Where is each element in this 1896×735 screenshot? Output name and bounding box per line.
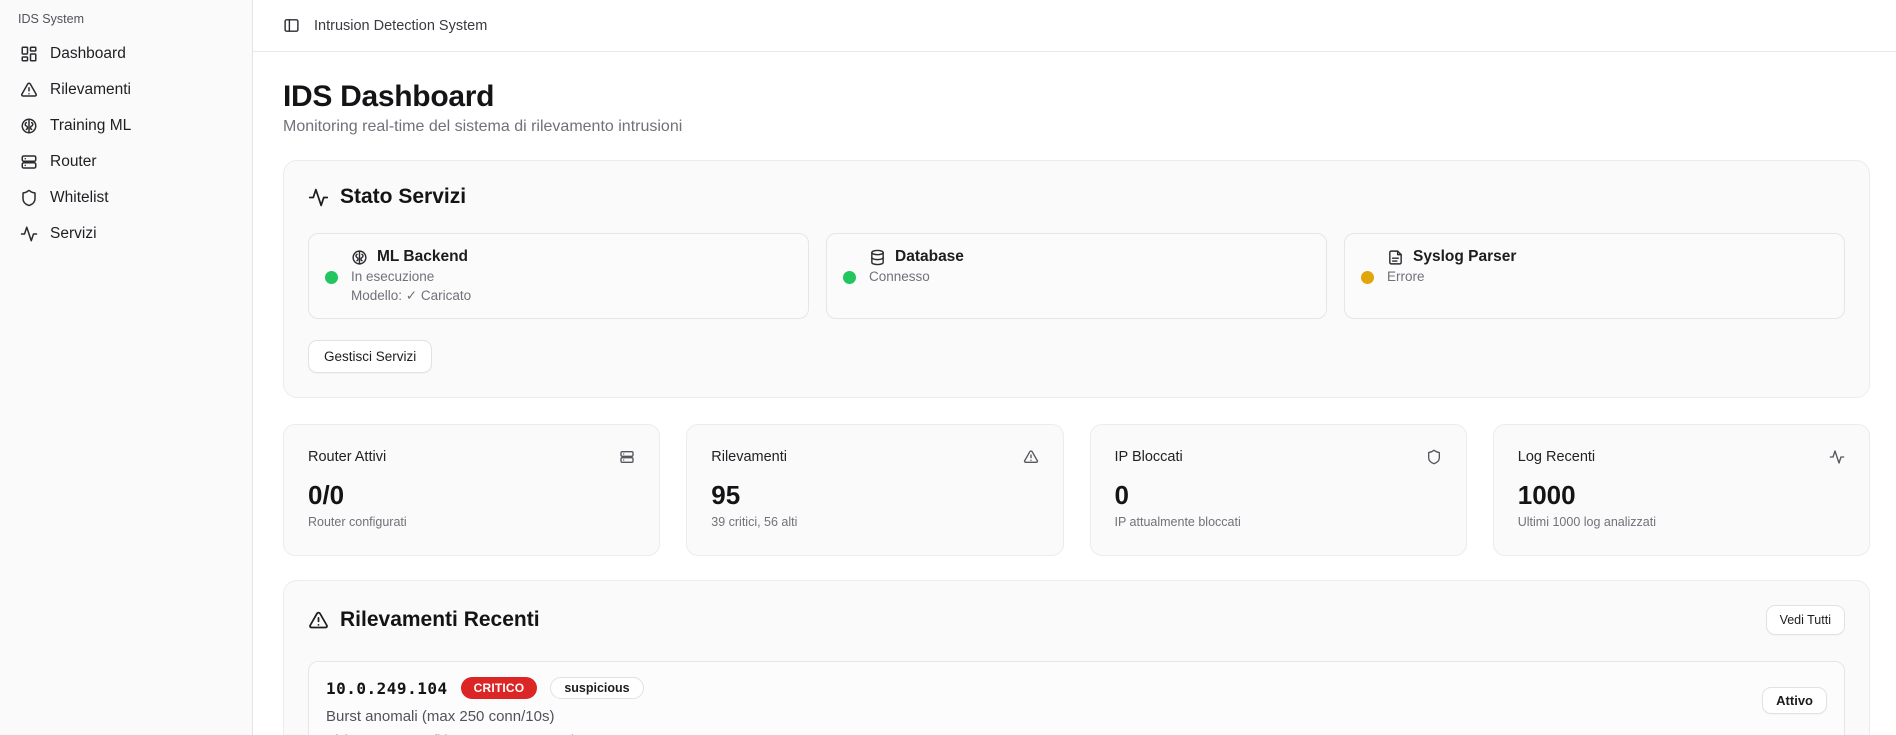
stat-value: 95 [711,480,1038,511]
recent-detections-heading: Rilevamenti Recenti [308,608,540,632]
stat-card-ip-bloccati: IP Bloccati 0 IP attualmente bloccati [1090,424,1467,556]
stat-card-rilevamenti: Rilevamenti 95 39 critici, 56 alti [686,424,1063,556]
stat-value: 0/0 [308,480,635,511]
top-header: Intrusion Detection System [253,0,1896,52]
sidebar-item-label: Servizi [50,225,97,243]
sidebar-item-training-ml[interactable]: Training ML [12,108,240,144]
app-title: Intrusion Detection System [314,18,487,34]
shield-icon [1426,449,1442,465]
service-database: Database Connesso [826,233,1327,319]
page-content: IDS Dashboard Monitoring real-time del s… [253,52,1896,735]
stat-card-router-attivi: Router Attivi 0/0 Router configurati [283,424,660,556]
services-status-title: Stato Servizi [340,185,466,209]
alert-triangle-icon [20,81,38,99]
service-name: Database [895,248,964,266]
sidebar-item-router[interactable]: Router [12,144,240,180]
service-status: In esecuzione [351,269,471,284]
manage-services-button[interactable]: Gestisci Servizi [308,340,432,373]
alert-triangle-icon [1023,449,1039,465]
sidebar-toggle-button[interactable] [283,17,300,34]
service-status: Connesso [869,269,964,284]
stat-title: Rilevamenti [711,449,787,465]
status-dot-error [1361,271,1374,284]
stat-value: 1000 [1518,480,1845,511]
stat-title: IP Bloccati [1115,449,1183,465]
detection-ip: 10.0.249.104 [326,679,448,698]
page-subtitle: Monitoring real-time del sistema di rile… [283,118,1870,136]
sidebar-item-label: Whitelist [50,189,109,207]
dashboard-grid-icon [20,45,38,63]
server-icon [20,153,38,171]
activity-icon [308,187,329,208]
brain-icon [20,117,38,135]
services-status-heading: Stato Servizi [308,185,1845,209]
recent-detections-card: Rilevamenti Recenti Vedi Tutti 10.0.249.… [283,580,1870,735]
file-text-icon [1387,249,1404,266]
service-name: ML Backend [377,248,468,266]
service-ml-backend: ML Backend In esecuzione Modello: ✓ Cari… [308,233,809,319]
sidebar: IDS System Dashboard Rilevamenti Trainin… [0,0,253,735]
service-status: Errore [1387,269,1516,284]
recent-detections-title: Rilevamenti Recenti [340,608,540,632]
stat-value: 0 [1115,480,1442,511]
service-syslog-parser: Syslog Parser Errore [1344,233,1845,319]
sidebar-item-servizi[interactable]: Servizi [12,216,240,252]
activity-icon [1829,449,1845,465]
detection-description: Burst anomali (max 250 conn/10s) [326,708,644,725]
alert-triangle-icon [308,610,329,631]
sidebar-item-dashboard[interactable]: Dashboard [12,36,240,72]
server-icon [619,449,635,465]
stat-subtitle: 39 critici, 56 alti [711,515,1038,529]
stat-subtitle: IP attualmente bloccati [1115,515,1442,529]
severity-badge: CRITICO [461,677,538,699]
status-dot-connected [843,271,856,284]
sidebar-item-whitelist[interactable]: Whitelist [12,180,240,216]
detection-state-badge[interactable]: Attivo [1762,687,1827,714]
database-icon [869,249,886,266]
services-status-card: Stato Servizi ML Backend In esecuzione M… [283,160,1870,398]
stat-card-log-recenti: Log Recenti 1000 Ultimi 1000 log analizz… [1493,424,1870,556]
stat-title: Log Recenti [1518,449,1595,465]
detection-row[interactable]: 10.0.249.104 CRITICO suspicious Burst an… [308,661,1845,735]
sidebar-item-rilevamenti[interactable]: Rilevamenti [12,72,240,108]
sidebar-brand: IDS System [12,10,240,36]
detection-type-badge: suspicious [550,677,643,699]
activity-icon [20,225,38,243]
stat-title: Router Attivi [308,449,386,465]
sidebar-item-label: Rilevamenti [50,81,131,99]
sidebar-item-label: Router [50,153,97,171]
page-title: IDS Dashboard [283,80,1870,114]
view-all-button[interactable]: Vedi Tutti [1766,605,1845,635]
service-name: Syslog Parser [1413,248,1516,266]
status-dot-running [325,271,338,284]
shield-icon [20,189,38,207]
brain-icon [351,249,368,266]
service-detail: Modello: ✓ Caricato [351,288,471,304]
sidebar-item-label: Training ML [50,117,131,135]
main-area: Intrusion Detection System IDS Dashboard… [253,0,1896,735]
sidebar-item-label: Dashboard [50,45,126,63]
service-grid: ML Backend In esecuzione Modello: ✓ Cari… [308,233,1845,319]
stats-grid: Router Attivi 0/0 Router configurati Ril… [283,424,1870,556]
stat-subtitle: Ultimi 1000 log analizzati [1518,515,1845,529]
stat-subtitle: Router configurati [308,515,635,529]
